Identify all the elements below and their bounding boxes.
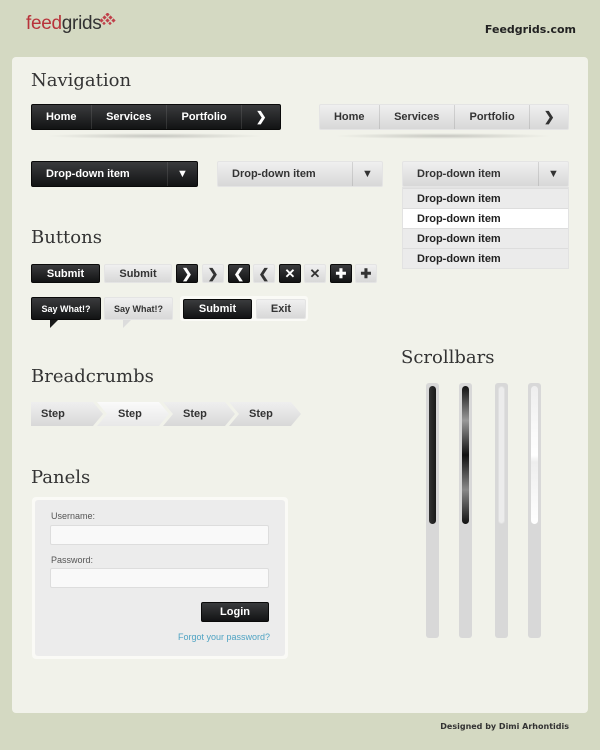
- chevron-down-icon: ▼: [167, 162, 197, 186]
- say-what-bubble-light[interactable]: Say What!?: [104, 297, 173, 328]
- panels-heading: Panels: [31, 467, 91, 488]
- nav-item-services[interactable]: Services: [92, 105, 167, 129]
- forgot-password-link[interactable]: Forgot your password?: [178, 632, 270, 642]
- bubble-tail: [50, 320, 58, 328]
- scrollbar-light-glossy[interactable]: [528, 383, 541, 638]
- nav-item-services[interactable]: Services: [380, 105, 455, 129]
- nav-item-home[interactable]: Home: [32, 105, 92, 129]
- scrollbar-light[interactable]: [495, 383, 508, 638]
- chevron-right-icon[interactable]: ❯: [176, 264, 198, 283]
- nav-item-portfolio[interactable]: Portfolio: [455, 105, 531, 129]
- login-panel: Username: Password: Login Forgot your pa…: [32, 497, 288, 659]
- chevron-right-icon[interactable]: ❯: [202, 264, 224, 283]
- nav-bar-light: Home Services Portfolio ❯: [319, 104, 569, 130]
- submit-button-dark[interactable]: Submit: [31, 264, 100, 283]
- bubble-tail: [123, 320, 131, 328]
- dropdown-option[interactable]: Drop-down item: [403, 228, 568, 248]
- submit-button[interactable]: Submit: [183, 299, 252, 319]
- chevron-left-icon[interactable]: ❮: [253, 264, 275, 283]
- dropdown-light[interactable]: Drop-down item ▼: [217, 161, 383, 187]
- username-label: Username:: [51, 511, 96, 521]
- scrollbar-dark[interactable]: [426, 383, 439, 638]
- dropdown-dark[interactable]: Drop-down item ▼: [31, 161, 198, 187]
- breadcrumb-step[interactable]: Step: [229, 402, 301, 426]
- password-label: Password:: [51, 555, 94, 565]
- logo[interactable]: feedgrids: [26, 13, 102, 35]
- username-input[interactable]: [50, 525, 269, 545]
- scrollbar-thumb[interactable]: [462, 386, 469, 524]
- dropdown-menu: Drop-down item Drop-down item Drop-down …: [402, 187, 569, 269]
- navigation-heading: Navigation: [31, 70, 132, 91]
- breadcrumbs-heading: Breadcrumbs: [31, 366, 154, 387]
- close-icon[interactable]: ✕: [304, 264, 326, 283]
- nav-shadow: [333, 133, 553, 139]
- breadcrumb-step[interactable]: Step: [163, 402, 235, 426]
- submit-button-light[interactable]: Submit: [104, 264, 172, 283]
- dropdown-option[interactable]: Drop-down item: [403, 208, 568, 228]
- breadcrumb-step[interactable]: Step: [31, 402, 103, 426]
- breadcrumb-step-active[interactable]: Step: [97, 402, 169, 426]
- logo-mark-icon: [99, 13, 116, 25]
- plus-icon[interactable]: ✚: [355, 264, 377, 283]
- chevron-down-icon: ▼: [538, 162, 568, 186]
- dropdown-open[interactable]: Drop-down item ▼: [402, 161, 569, 187]
- scrollbar-thumb[interactable]: [429, 386, 436, 524]
- nav-item-home[interactable]: Home: [320, 105, 380, 129]
- buttons-heading: Buttons: [31, 227, 102, 248]
- chevron-left-icon[interactable]: ❮: [228, 264, 250, 283]
- say-what-bubble-dark[interactable]: Say What!?: [31, 297, 101, 328]
- login-button[interactable]: Login: [201, 602, 269, 622]
- scrollbars-heading: Scrollbars: [401, 347, 495, 368]
- exit-button[interactable]: Exit: [256, 299, 306, 319]
- plus-icon[interactable]: ✚: [330, 264, 352, 283]
- site-link[interactable]: Feedgrids.com: [485, 23, 576, 36]
- chevron-down-icon: ▼: [352, 162, 382, 186]
- dropdown-option[interactable]: Drop-down item: [403, 188, 568, 208]
- chevron-right-icon[interactable]: ❯: [242, 105, 280, 129]
- chevron-right-icon[interactable]: ❯: [530, 105, 568, 129]
- password-input[interactable]: [50, 568, 269, 588]
- close-icon[interactable]: ✕: [279, 264, 301, 283]
- footer-credit: Designed by Dimi Arhontidis: [440, 722, 569, 731]
- scrollbar-thumb[interactable]: [531, 386, 538, 524]
- scrollbar-thumb[interactable]: [498, 386, 505, 524]
- nav-bar-dark: Home Services Portfolio ❯: [31, 104, 281, 130]
- nav-shadow: [45, 133, 265, 139]
- scrollbar-dark-glossy[interactable]: [459, 383, 472, 638]
- dropdown-option[interactable]: Drop-down item: [403, 248, 568, 268]
- nav-item-portfolio[interactable]: Portfolio: [167, 105, 243, 129]
